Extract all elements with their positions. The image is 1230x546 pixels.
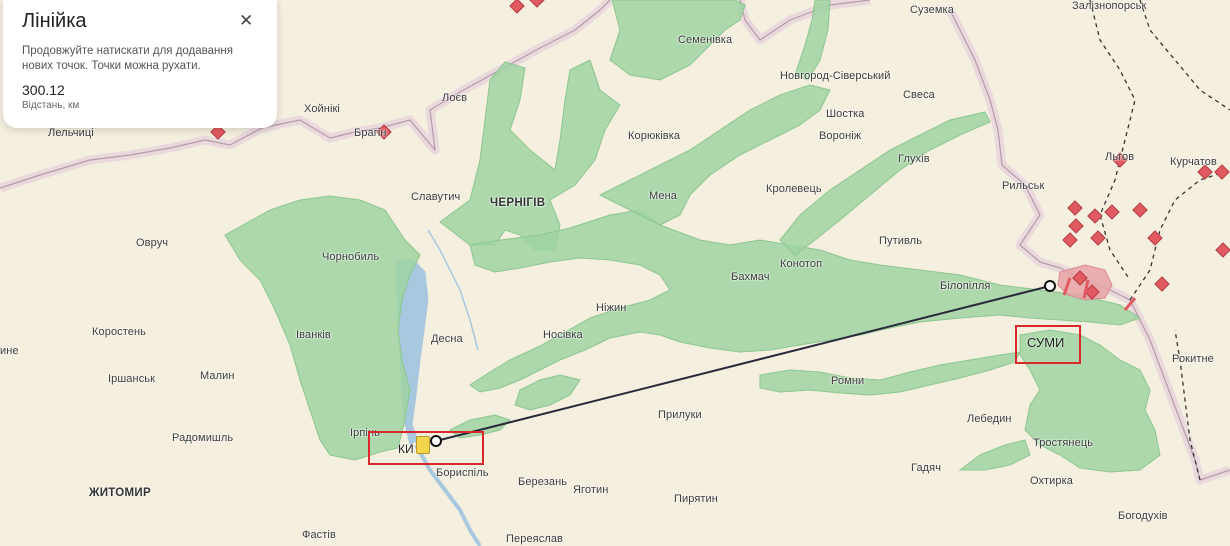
ruler-point-end[interactable] xyxy=(1044,280,1056,292)
place-label: Лоєв xyxy=(442,92,468,104)
place-label: Славутич xyxy=(411,191,461,203)
place-label: ЧЕРНІГІВ xyxy=(490,197,546,209)
place-label: Коростень xyxy=(92,326,146,338)
ruler-panel: Лінійка ✕ Продовжуйте натискати для дода… xyxy=(3,0,277,128)
place-label: Глухів xyxy=(898,153,930,165)
place-label: Іванків xyxy=(296,329,331,341)
place-label: Ніжин xyxy=(596,302,627,314)
place-label: Семенівка xyxy=(678,34,733,46)
place-label: Хойнікі xyxy=(304,103,340,115)
kyiv-emblem-icon xyxy=(416,436,430,454)
place-label: Корюківка xyxy=(628,130,681,142)
place-label: Мена xyxy=(649,190,677,202)
place-label: Брагін xyxy=(354,127,387,139)
panel-title: Лінійка xyxy=(22,10,87,32)
place-label: Курчатов xyxy=(1170,156,1217,168)
sumy-label: СУМИ xyxy=(1027,335,1065,350)
kyiv-label: КИ xyxy=(398,442,414,456)
place-label: Кролевець xyxy=(766,183,822,195)
place-label: Яготин xyxy=(573,484,609,496)
place-label: Рокитне xyxy=(1172,353,1214,365)
close-icon[interactable]: ✕ xyxy=(239,11,253,31)
place-label: Путивль xyxy=(879,235,923,247)
place-label: Іршанськ xyxy=(108,373,156,385)
place-label: ине xyxy=(0,345,19,357)
place-label: Залізнопорськ xyxy=(1072,0,1147,12)
place-label: Конотоп xyxy=(780,258,823,270)
place-label: Пирятин xyxy=(674,493,718,505)
place-label: Ромни xyxy=(831,375,865,387)
place-label: Новгород-Сіверський xyxy=(780,70,891,82)
place-label: Рильськ xyxy=(1002,180,1045,192)
place-label: Прилуки xyxy=(658,409,702,421)
place-label: Носівка xyxy=(543,329,583,341)
panel-hint: Продовжуйте натискати для додавання нови… xyxy=(22,45,233,72)
place-label: Шостка xyxy=(826,108,865,120)
place-label: Чорнобиль xyxy=(322,251,380,263)
place-label: Льгов xyxy=(1105,151,1135,163)
place-label: Овруч xyxy=(136,237,169,249)
place-label: Суземка xyxy=(910,4,954,16)
place-label: Гадяч xyxy=(911,462,942,474)
place-label: ЖИТОМИР xyxy=(89,487,151,499)
place-label: Богодухів xyxy=(1118,510,1168,522)
place-label: Свеса xyxy=(903,89,935,101)
place-label: Бориспіль xyxy=(436,467,489,479)
place-label: Тростянець xyxy=(1033,437,1094,449)
place-label: Лебедин xyxy=(967,413,1012,425)
place-label: Радомишль xyxy=(172,432,234,444)
place-label: Фастів xyxy=(302,529,336,541)
place-label: Березань xyxy=(518,476,568,488)
place-label: Охтирка xyxy=(1030,475,1073,487)
place-label: Лельчиці xyxy=(48,127,94,139)
place-label: Переяслав xyxy=(506,533,563,545)
distance-unit: Відстань, км xyxy=(22,100,80,111)
place-label: Білопілля xyxy=(940,280,991,292)
place-label: Бахмач xyxy=(731,271,770,283)
distance-value: 300.12 xyxy=(22,82,65,98)
place-label: Малин xyxy=(200,370,235,382)
ruler-point-start[interactable] xyxy=(430,435,442,447)
place-label: Вороніж xyxy=(819,130,862,142)
place-label: Десна xyxy=(431,333,463,345)
